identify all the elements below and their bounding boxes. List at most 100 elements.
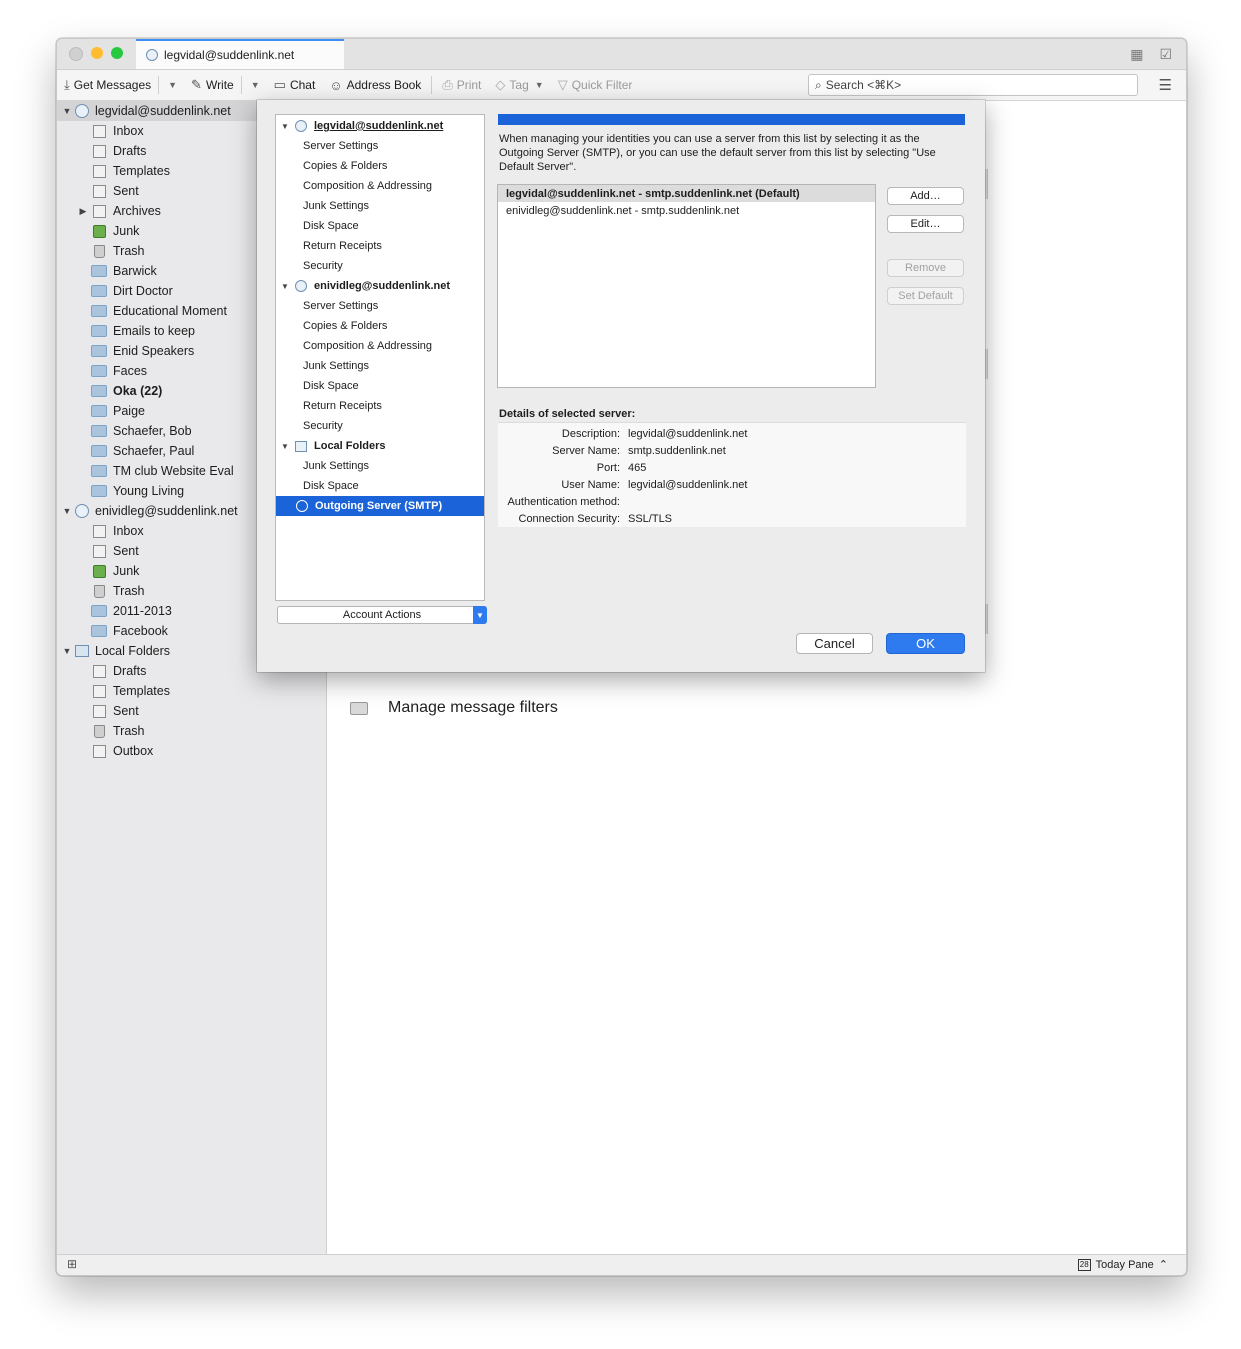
tree-settings-page[interactable]: Copies & Folders <box>276 156 484 176</box>
folder-item[interactable]: Barwick <box>57 261 157 281</box>
chat-button[interactable]: ▭ Chat <box>267 70 323 100</box>
folder-item[interactable]: Sent <box>57 541 139 561</box>
folder-item[interactable]: Paige <box>57 401 145 421</box>
server-row-default[interactable]: legvidal@suddenlink.net - smtp.suddenlin… <box>498 185 875 202</box>
tag-label: Tag <box>509 78 529 92</box>
close-window-button[interactable] <box>69 47 83 61</box>
network-status-icon[interactable]: ⊞ <box>67 1257 77 1271</box>
account-item[interactable]: ▼ enividleg@suddenlink.net <box>57 501 238 521</box>
folder-item[interactable]: Schaefer, Bob <box>57 421 192 441</box>
tree-settings-page[interactable]: Return Receipts <box>276 236 484 256</box>
tree-outgoing-server[interactable]: Outgoing Server (SMTP) <box>276 496 484 516</box>
add-server-button[interactable]: Add… <box>887 187 964 205</box>
folder-icon <box>91 365 107 377</box>
set-default-button[interactable]: Set Default <box>887 287 964 305</box>
folder-item[interactable]: 2011-2013 <box>57 601 172 621</box>
tree-settings-page[interactable]: Copies & Folders <box>276 316 484 336</box>
tree-account[interactable]: ▼ legvidal@suddenlink.net <box>276 116 484 136</box>
folder-item[interactable]: TM club Website Eval <box>57 461 234 481</box>
chevron-down-icon[interactable]: ▼ <box>251 80 260 90</box>
tree-account[interactable]: ▼ enividleg@suddenlink.net <box>276 276 484 296</box>
detail-row: Authentication method: <box>498 493 628 510</box>
folder-item[interactable]: Trash <box>57 241 145 261</box>
tree-label: Security <box>303 420 343 432</box>
folder-item[interactable]: Young Living <box>57 481 184 501</box>
tab-mail[interactable]: legvidal@suddenlink.net <box>136 39 344 69</box>
folder-item[interactable]: Templates <box>57 161 170 181</box>
server-row[interactable]: enividleg@suddenlink.net - smtp.suddenli… <box>498 202 875 219</box>
chevron-down-icon: ▼ <box>473 606 487 624</box>
folder-item[interactable]: Drafts <box>57 141 146 161</box>
folder-item[interactable]: Junk <box>57 221 139 241</box>
smtp-server-list[interactable]: legvidal@suddenlink.net - smtp.suddenlin… <box>497 184 876 388</box>
print-button[interactable]: ⎙ Print <box>435 70 488 100</box>
details-heading: Details of selected server: <box>499 408 636 420</box>
tab-title: legvidal@suddenlink.net <box>164 48 295 62</box>
tree-settings-page[interactable]: Junk Settings <box>276 456 484 476</box>
chevron-down-icon[interactable]: ▼ <box>61 646 73 656</box>
tree-settings-page[interactable]: Junk Settings <box>276 356 484 376</box>
maximize-window-button[interactable] <box>111 47 123 59</box>
tree-settings-page[interactable]: Server Settings <box>276 136 484 156</box>
folder-label: Inbox <box>113 124 144 138</box>
address-book-button[interactable]: ☺ Address Book <box>322 70 428 100</box>
folder-item[interactable]: Sent <box>57 701 139 721</box>
folder-item[interactable]: Oka (22) <box>57 381 162 401</box>
hamburger-menu-icon[interactable]: ☰ <box>1159 76 1172 94</box>
folder-item[interactable]: Sent <box>57 181 139 201</box>
folder-item[interactable]: Outbox <box>57 741 153 761</box>
tree-settings-page[interactable]: Return Receipts <box>276 396 484 416</box>
tasks-tab-icon[interactable]: ☑ <box>1159 46 1172 63</box>
account-actions-dropdown[interactable]: Account Actions ▼ <box>277 606 487 624</box>
tree-settings-page[interactable]: Junk Settings <box>276 196 484 216</box>
tree-settings-page[interactable]: Server Settings <box>276 296 484 316</box>
write-button[interactable]: ✎ Write ▼ <box>184 70 267 100</box>
folder-item[interactable]: Educational Moment <box>57 301 227 321</box>
folder-item[interactable]: Drafts <box>57 661 146 681</box>
folder-item[interactable]: Inbox <box>57 121 144 141</box>
chevron-down-icon[interactable]: ▼ <box>281 122 291 131</box>
folder-item[interactable]: Faces <box>57 361 147 381</box>
remove-server-button[interactable]: Remove <box>887 259 964 277</box>
manage-filters-link[interactable]: Manage message filters <box>350 699 558 717</box>
tag-button[interactable]: ◇ Tag ▼ <box>488 70 550 100</box>
chevron-down-icon[interactable]: ▼ <box>168 80 177 90</box>
folder-item[interactable]: ▶ Archives <box>57 201 161 221</box>
today-pane-toggle[interactable]: 28 Today Pane ⌃ <box>1077 1258 1168 1271</box>
chevron-down-icon[interactable]: ▼ <box>61 106 73 116</box>
tree-settings-page[interactable]: Disk Space <box>276 216 484 236</box>
minimize-window-button[interactable] <box>91 47 103 59</box>
cancel-button[interactable]: Cancel <box>796 633 873 654</box>
ok-button[interactable]: OK <box>886 633 965 654</box>
folder-item[interactable]: Emails to keep <box>57 321 195 341</box>
folder-icon <box>91 625 107 637</box>
edit-server-button[interactable]: Edit… <box>887 215 964 233</box>
account-settings-dialog: ▼ legvidal@suddenlink.net Server Settings C… <box>257 100 985 672</box>
folder-item[interactable]: Trash <box>57 721 145 741</box>
folder-item[interactable]: Dirt Doctor <box>57 281 173 301</box>
get-messages-button[interactable]: ⤓ Get Messages ▼ <box>57 70 184 100</box>
tree-settings-page[interactable]: Disk Space <box>276 476 484 496</box>
calendar-tab-icon[interactable]: ▦ <box>1130 46 1143 63</box>
folder-item[interactable]: Schaefer, Paul <box>57 441 194 461</box>
folder-item[interactable]: Facebook <box>57 621 168 641</box>
account-item[interactable]: ▼ Local Folders <box>57 641 171 661</box>
chevron-down-icon[interactable]: ▼ <box>61 506 73 516</box>
tree-settings-page[interactable]: Security <box>276 256 484 276</box>
tree-settings-page[interactable]: Composition & Addressing <box>276 336 484 356</box>
chevron-down-icon[interactable]: ▼ <box>281 442 291 451</box>
tree-settings-page[interactable]: Composition & Addressing <box>276 176 484 196</box>
folder-item[interactable]: Templates <box>57 681 170 701</box>
folder-item[interactable]: Enid Speakers <box>57 341 194 361</box>
chevron-down-icon[interactable]: ▼ <box>281 282 291 291</box>
folder-item[interactable]: Inbox <box>57 521 144 541</box>
tree-settings-page[interactable]: Disk Space <box>276 376 484 396</box>
chevron-right-icon[interactable]: ▶ <box>77 206 89 217</box>
tree-account[interactable]: ▼ Local Folders <box>276 436 484 456</box>
search-input[interactable]: ⌕ Search <⌘K> <box>808 74 1138 96</box>
funnel-icon: ▽ <box>557 77 568 92</box>
folder-item[interactable]: Junk <box>57 561 139 581</box>
folder-item[interactable]: Trash <box>57 581 145 601</box>
quick-filter-button[interactable]: ▽ Quick Filter <box>551 70 640 100</box>
tree-settings-page[interactable]: Security <box>276 416 484 436</box>
